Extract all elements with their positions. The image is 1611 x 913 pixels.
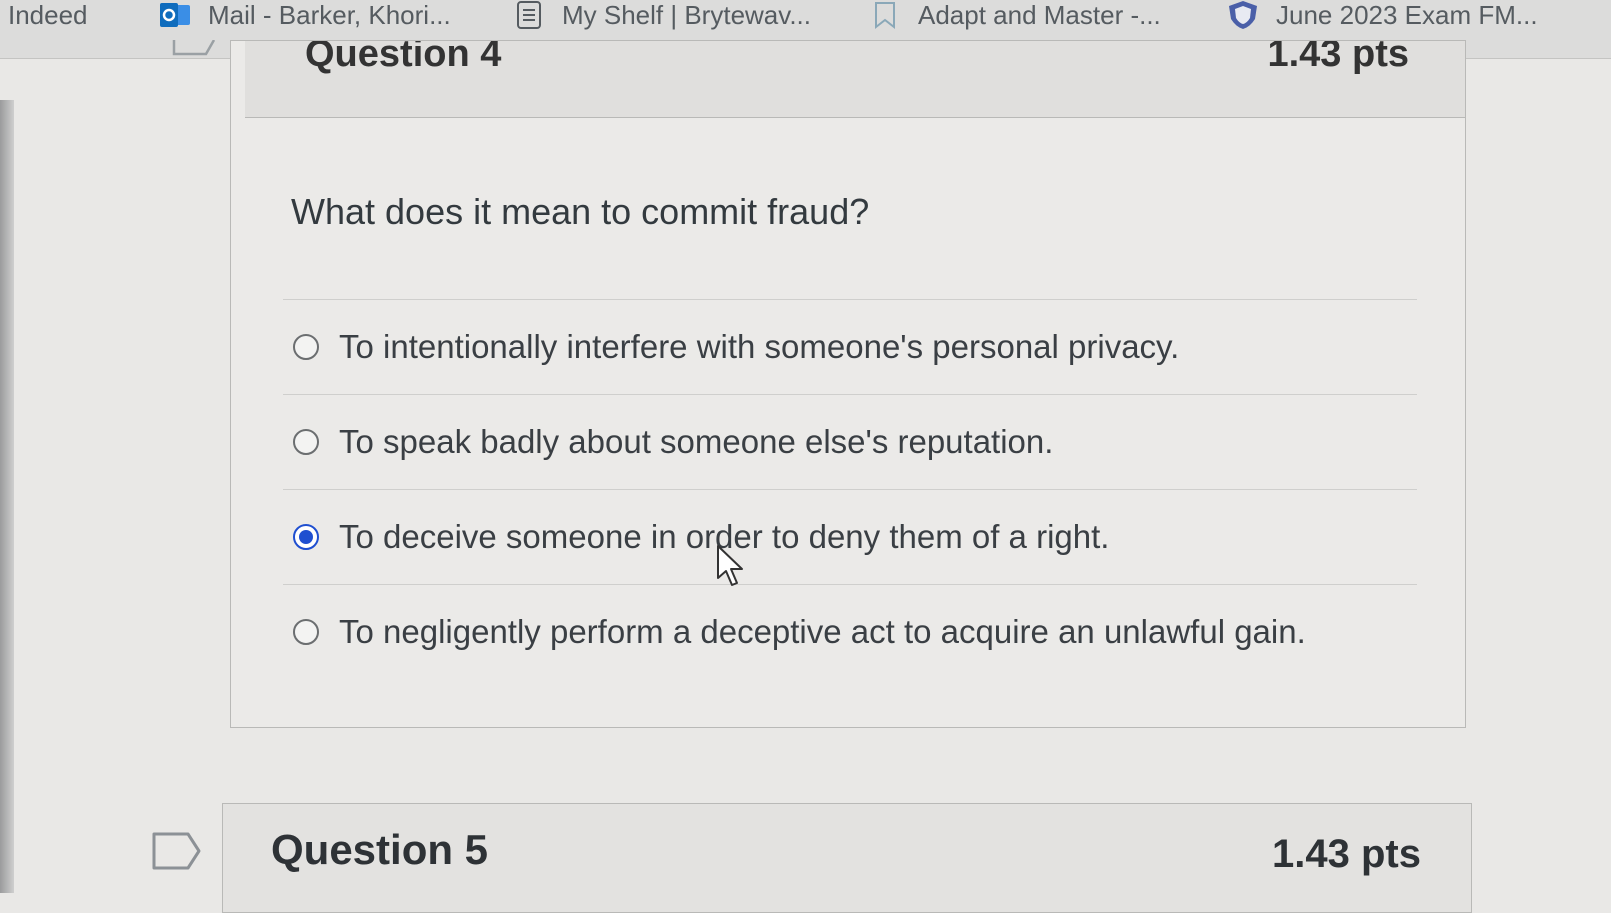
- bookmark-myshelf[interactable]: My Shelf | Brytewav...: [512, 0, 811, 32]
- answer-label[interactable]: To negligently perform a deceptive act t…: [339, 613, 1306, 651]
- question-points: 1.43 pts: [1272, 832, 1421, 876]
- bookmark-adapt[interactable]: Adapt and Master -...: [868, 0, 1161, 32]
- shield-icon: [1226, 0, 1260, 30]
- answer-option-selected[interactable]: To deceive someone in order to deny them…: [283, 489, 1417, 584]
- answer-option[interactable]: To intentionally interfere with someone'…: [283, 299, 1417, 394]
- bookmark-indeed[interactable]: | Indeed: [0, 0, 88, 32]
- window-edge: [0, 100, 14, 893]
- bookmark-icon: [868, 0, 902, 30]
- question-card: Question 5 1.43 pts: [222, 803, 1472, 913]
- bookmark-label: | Indeed: [0, 0, 88, 30]
- question-title: Question 5: [271, 826, 489, 873]
- question-card: Question 4 1.43 pts What does it mean to…: [230, 40, 1466, 728]
- flag-question-icon[interactable]: [172, 40, 216, 74]
- radio-button-selected[interactable]: [293, 524, 319, 550]
- bookmark-exam[interactable]: June 2023 Exam FM...: [1226, 0, 1538, 32]
- bookmark-label: June 2023 Exam FM...: [1276, 0, 1538, 30]
- radio-button[interactable]: [293, 334, 319, 360]
- answer-option[interactable]: To speak badly about someone else's repu…: [283, 394, 1417, 489]
- answer-list: To intentionally interfere with someone'…: [283, 299, 1417, 679]
- answer-label[interactable]: To intentionally interfere with someone'…: [339, 328, 1179, 366]
- radio-button[interactable]: [293, 429, 319, 455]
- bookmark-mail[interactable]: Mail - Barker, Khori...: [158, 0, 451, 32]
- radio-button[interactable]: [293, 619, 319, 645]
- answer-label[interactable]: To speak badly about someone else's repu…: [339, 423, 1053, 461]
- question-title: Question 4: [305, 41, 502, 75]
- flag-question-icon[interactable]: [152, 832, 202, 870]
- document-icon: [512, 0, 546, 30]
- bookmark-label: Adapt and Master -...: [918, 0, 1161, 30]
- bookmark-label: Mail - Barker, Khori...: [208, 0, 451, 30]
- answer-option[interactable]: To negligently perform a deceptive act t…: [283, 584, 1417, 679]
- question-header: Question 4 1.43 pts: [245, 41, 1465, 118]
- outlook-icon: [158, 0, 192, 30]
- mouse-pointer-icon: [717, 545, 743, 586]
- question-points: 1.43 pts: [1267, 41, 1409, 75]
- question-text: What does it mean to commit fraud?: [291, 191, 870, 232]
- bookmark-label: My Shelf | Brytewav...: [562, 0, 812, 30]
